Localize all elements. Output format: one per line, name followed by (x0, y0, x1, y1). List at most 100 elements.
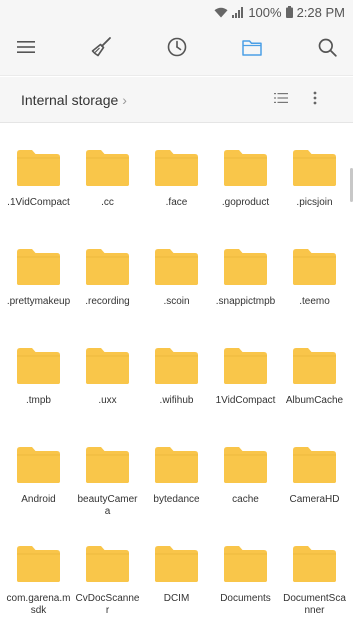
folder-name: 1VidCompact (215, 395, 276, 406)
folder-name: cache (232, 494, 259, 505)
folder-item[interactable]: cache (211, 422, 280, 521)
folder-icon (15, 247, 62, 287)
folder-icon (222, 247, 269, 287)
folder-icon (153, 445, 200, 485)
folder-icon (291, 445, 338, 485)
folder-icon (153, 544, 200, 584)
folder-item[interactable]: CameraHD (280, 422, 349, 521)
battery-percent: 100% (248, 4, 282, 20)
my-files-button[interactable] (238, 36, 266, 64)
folder-tab-icon (242, 39, 262, 61)
folder-name: .1VidCompact (7, 197, 70, 208)
folder-icon (15, 445, 62, 485)
folder-name: .uxx (98, 395, 117, 406)
folder-item[interactable]: 1VidCompact (211, 323, 280, 422)
menu-icon (17, 40, 35, 59)
folder-name: .teemo (299, 296, 330, 307)
folder-item[interactable]: .uxx (73, 323, 142, 422)
more-vertical-icon (313, 91, 317, 110)
folder-item[interactable]: .cc (73, 125, 142, 224)
recent-clock-icon (167, 37, 187, 62)
folder-name: .cc (101, 197, 114, 208)
folder-item[interactable]: .tmpb (4, 323, 73, 422)
folder-icon (153, 346, 200, 386)
folder-name: beautyCamera (77, 494, 138, 517)
folder-icon (153, 148, 200, 188)
folder-icon (15, 148, 62, 188)
folder-icon (153, 247, 200, 287)
folder-item[interactable]: .scoin (142, 224, 211, 323)
folder-name: .recording (85, 296, 130, 307)
folder-icon (291, 148, 338, 188)
folder-name: .picsjoin (296, 197, 333, 208)
folder-icon (222, 346, 269, 386)
folder-item[interactable]: AlbumCache (280, 323, 349, 422)
folder-name: .scoin (163, 296, 190, 307)
folder-icon (84, 544, 131, 584)
folder-icon (222, 544, 269, 584)
menu-button[interactable] (12, 36, 40, 64)
folder-icon (222, 148, 269, 188)
clean-icon (90, 36, 112, 63)
folder-icon (15, 346, 62, 386)
status-bar: 100% 2:28 PM (0, 0, 353, 24)
folder-item[interactable]: .picsjoin (280, 125, 349, 224)
folder-name: bytedance (153, 494, 200, 505)
folder-item[interactable]: .teemo (280, 224, 349, 323)
more-options-button[interactable] (303, 88, 327, 112)
folder-name: AlbumCache (285, 395, 344, 406)
folder-item[interactable]: .1VidCompact (4, 125, 73, 224)
recent-button[interactable] (163, 36, 191, 64)
folder-item[interactable]: .goproduct (211, 125, 280, 224)
folder-item[interactable]: CvDocScanner (73, 521, 142, 620)
chevron-right-icon: › (122, 91, 127, 108)
folder-icon (84, 445, 131, 485)
folder-name: DocumentScanner (283, 593, 346, 616)
list-view-icon (274, 91, 288, 109)
folder-name: CameraHD (289, 494, 340, 505)
folder-item[interactable]: .snappictmpb (211, 224, 280, 323)
clock-time: 2:28 PM (296, 4, 345, 20)
search-button[interactable] (313, 36, 341, 64)
folder-name: DCIM (163, 593, 190, 604)
folder-icon (84, 148, 131, 188)
folder-name: .tmpb (25, 395, 51, 406)
toolbar (0, 24, 353, 76)
folder-icon (84, 346, 131, 386)
folder-name: com.garena.msdk (6, 593, 71, 616)
breadcrumb-internal-storage[interactable]: Internal storage (21, 92, 118, 108)
clean-button[interactable] (87, 36, 115, 64)
search-icon (318, 38, 337, 62)
folder-name: Documents (220, 593, 271, 604)
folder-item[interactable]: com.garena.msdk (4, 521, 73, 620)
folder-item[interactable]: bytedance (142, 422, 211, 521)
folder-item[interactable]: Documents (211, 521, 280, 620)
folder-icon (291, 247, 338, 287)
folder-name: .prettymakeup (6, 296, 71, 307)
folder-name: .snappictmpb (215, 296, 276, 307)
folder-item[interactable]: .wifihub (142, 323, 211, 422)
wifi-icon (214, 7, 228, 18)
folder-item[interactable]: .recording (73, 224, 142, 323)
folder-icon (84, 247, 131, 287)
signal-icon (232, 6, 244, 18)
view-list-button[interactable] (269, 88, 293, 112)
folder-name: Android (21, 494, 56, 505)
folder-item[interactable]: DocumentScanner (280, 521, 349, 620)
folder-icon (291, 544, 338, 584)
folder-icon (222, 445, 269, 485)
breadcrumb: Internal storage › (0, 77, 353, 123)
battery-icon (285, 6, 293, 18)
folder-name: .wifihub (159, 395, 194, 406)
folder-name: .goproduct (221, 197, 270, 208)
folder-item[interactable]: .face (142, 125, 211, 224)
folder-item[interactable]: .prettymakeup (4, 224, 73, 323)
folder-item[interactable]: DCIM (142, 521, 211, 620)
folder-icon (291, 346, 338, 386)
folder-item[interactable]: Android (4, 422, 73, 521)
folder-name: .face (165, 197, 188, 208)
folder-item[interactable]: beautyCamera (73, 422, 142, 521)
folder-icon (15, 544, 62, 584)
folder-grid: .1VidCompact .cc .face .goproduct .picsjoin.… (4, 125, 349, 620)
folder-name: CvDocScanner (75, 593, 140, 616)
